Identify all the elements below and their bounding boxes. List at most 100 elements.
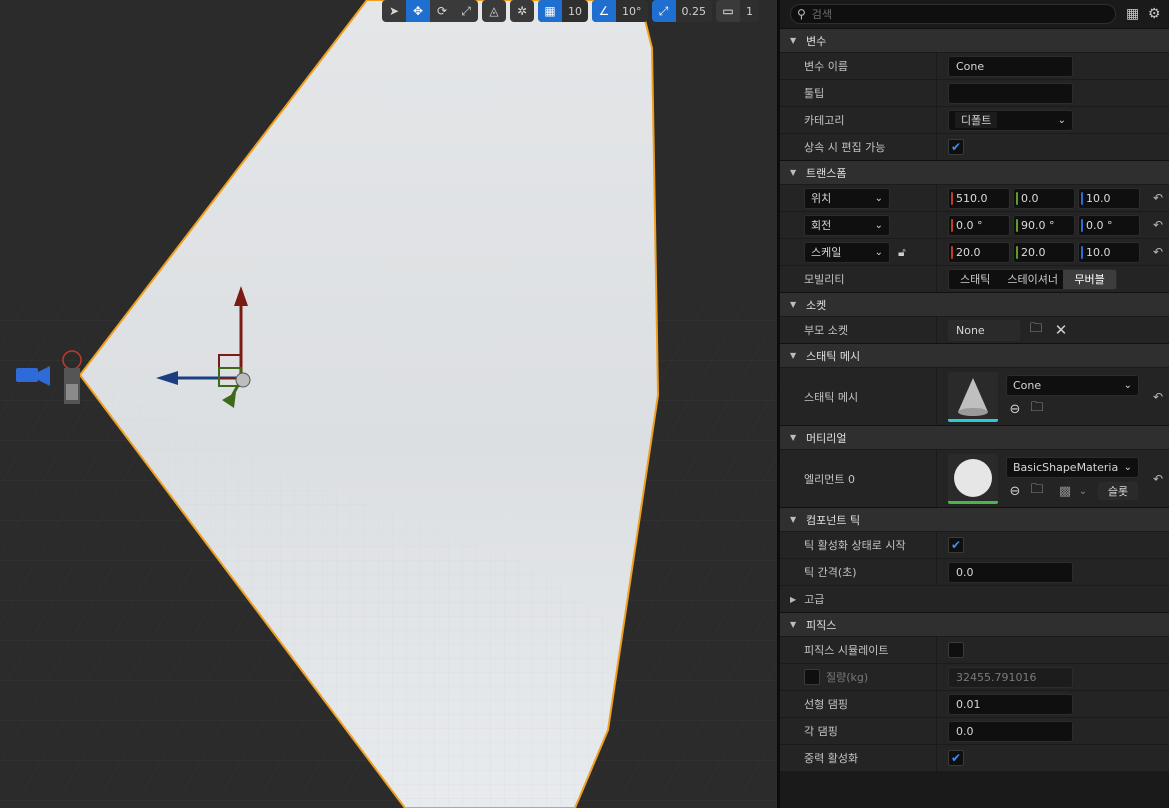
chevron-down-icon: ⌄ [1057,114,1066,126]
location-y-field[interactable]: 0.0 [1013,187,1075,209]
property-label: 중력 활성화 [780,745,937,771]
use-selected-icon[interactable]: ⊖ [1006,482,1024,500]
category-title: 소켓 [806,298,827,312]
chevron-down-icon[interactable]: ⌄ [1078,482,1088,500]
category-static-mesh[interactable]: ▼ 스태틱 메시 [780,343,1169,367]
simulate-physics-row: 피직스 시뮬레이트 [780,636,1169,663]
scale-y-field[interactable]: 20.0 [1013,241,1075,263]
mobility-movable-option[interactable]: 무버블 [1063,269,1116,289]
mobility-static-option[interactable]: 스태틱 [949,270,1001,289]
linear-damping-row: 선형 댐핑 0.01 [780,690,1169,717]
category-row: 카테고리 디폴트 ⌄ [780,106,1169,133]
material-combo[interactable]: BasicShapeMateria ⌄ [1006,457,1139,478]
camera-speed-value: 1 [746,4,753,18]
surface-snap-icon[interactable]: ✲ [510,0,534,22]
advanced-expander[interactable]: ▶ 고급 [780,585,1169,612]
grid-snap-value[interactable]: 10 [562,0,588,22]
rotate-mode-icon[interactable]: ⟳ [430,0,454,22]
reset-to-default-icon[interactable]: ↶ [1153,245,1163,259]
variable-name-field[interactable]: Cone [948,55,1073,77]
parent-socket-field[interactable]: None [948,319,1020,341]
chevron-down-icon: ⌄ [874,219,883,231]
rotation-snap-toggle[interactable]: ∠ 10° [592,0,648,22]
static-mesh-combo[interactable]: Cone ⌄ [1006,375,1139,396]
reset-to-default-icon[interactable]: ↶ [1153,191,1163,205]
start-tick-enabled-checkbox[interactable]: ✔ [948,537,964,553]
slot-button[interactable]: 슬롯 [1098,482,1138,500]
expand-arrow-icon: ▼ [790,351,797,360]
scale-mode-combo[interactable]: 스케일 ⌄ [804,241,890,263]
scale-z-field[interactable]: 10.0 [1078,241,1140,263]
mesh-thumbnail[interactable] [948,371,998,422]
advanced-title: 고급 [804,593,825,606]
scale-label-cell: 스케일 ⌄ 🔓︎ [780,239,937,265]
property-label: 변수 이름 [780,53,937,79]
checker-texture-icon[interactable]: ▩ [1056,482,1074,500]
property-label: 틱 활성화 상태로 시작 [780,532,937,558]
parent-socket-row: 부모 소켓 None 🗀 ✕ [780,316,1169,343]
location-z-field[interactable]: 10.0 [1078,187,1140,209]
scale-snap-value[interactable]: 0.25 [676,0,713,22]
category-title: 머티리얼 [806,431,847,445]
angular-damping-field[interactable]: 0.0 [948,720,1073,742]
level-viewport[interactable]: ➤ ✥ ⟳ ⤢ ◬ ✲ ▦ 10 ∠ 10° ⤢ 0.25 ▭ 1 [0,0,777,808]
search-input[interactable] [811,7,1102,21]
reset-to-default-icon[interactable]: ↶ [1153,218,1163,232]
scale-mode-icon[interactable]: ⤢ [454,0,478,22]
category-socket[interactable]: ▼ 소켓 [780,292,1169,316]
location-mode-combo[interactable]: 위치 ⌄ [804,187,890,209]
search-box[interactable]: ⚲ [790,4,1116,24]
static-mesh-row: 스태틱 메시 Cone ⌄ ⊖ 🗀 ↶ [780,367,1169,425]
enable-gravity-checkbox[interactable]: ✔ [948,750,964,766]
linear-damping-field[interactable]: 0.01 [948,693,1073,715]
chevron-down-icon: ⌄ [1123,380,1132,391]
material-thumbnail[interactable] [948,453,998,504]
category-title: 피직스 [806,618,837,632]
simulate-physics-checkbox[interactable] [948,642,964,658]
camera-icon: ▭ [716,0,740,22]
details-search-row: ⚲ ▦ ⚙ [780,0,1169,28]
settings-gear-icon[interactable]: ⚙ [1145,5,1163,23]
transform-mode-group: ➤ ✥ ⟳ ⤢ [382,0,478,22]
editable-checkbox[interactable]: ✔ [948,139,964,155]
category-transform[interactable]: ▼ 트랜스폼 [780,160,1169,184]
browse-socket-icon[interactable]: 🗀 [1027,321,1045,339]
use-selected-icon[interactable]: ⊖ [1006,400,1024,418]
chevron-down-icon: ⌄ [874,192,883,204]
category-combo[interactable]: 디폴트 ⌄ [948,109,1073,131]
location-x-field[interactable]: 510.0 [948,187,1010,209]
unlock-icon[interactable]: 🔓︎ [898,245,906,260]
rotation-z-field[interactable]: 0.0 ° [1078,214,1140,236]
world-space-icon[interactable]: ◬ [482,0,506,22]
reset-to-default-icon[interactable]: ↶ [1153,472,1163,486]
rotation-snap-value[interactable]: 10° [616,0,648,22]
rotation-x-field[interactable]: 0.0 ° [948,214,1010,236]
grid-snap-toggle[interactable]: ▦ 10 [538,0,588,22]
browse-asset-icon[interactable]: 🗀 [1028,400,1046,418]
rotation-mode-combo[interactable]: 회전 ⌄ [804,214,890,236]
category-component-tick[interactable]: ▼ 컴포넌트 틱 [780,507,1169,531]
mobility-stationary-option[interactable]: 스테이셔너 [1001,270,1063,289]
property-label: 툴팁 [780,80,937,106]
translate-mode-icon[interactable]: ✥ [406,0,430,22]
rotation-y-field[interactable]: 90.0 ° [1013,214,1075,236]
clear-x-icon[interactable]: ✕ [1052,321,1070,339]
tick-interval-row: 틱 간격(초) 0.0 [780,558,1169,585]
scale-snap-toggle[interactable]: ⤢ 0.25 [651,0,713,22]
rotation-label-cell: 회전 ⌄ [780,212,937,238]
category-materials[interactable]: ▼ 머티리얼 [780,425,1169,449]
chevron-down-icon: ⌄ [874,246,883,258]
scale-x-field[interactable]: 20.0 [948,241,1010,263]
category-variable[interactable]: ▼ 변수 [780,28,1169,52]
camera-speed-button[interactable]: ▭ 1 [716,0,759,22]
reset-to-default-icon[interactable]: ↶ [1153,390,1163,404]
browse-asset-icon[interactable]: 🗀 [1028,482,1046,500]
category-physics[interactable]: ▼ 피직스 [780,612,1169,636]
mass-override-checkbox[interactable] [804,669,820,685]
expand-arrow-icon: ▼ [790,300,797,309]
property-matrix-icon[interactable]: ▦ [1124,5,1142,23]
tick-interval-field[interactable]: 0.0 [948,561,1073,583]
tooltip-field[interactable] [948,82,1073,104]
select-mode-icon[interactable]: ➤ [382,0,406,22]
surface-snap-group: ✲ [510,0,534,22]
